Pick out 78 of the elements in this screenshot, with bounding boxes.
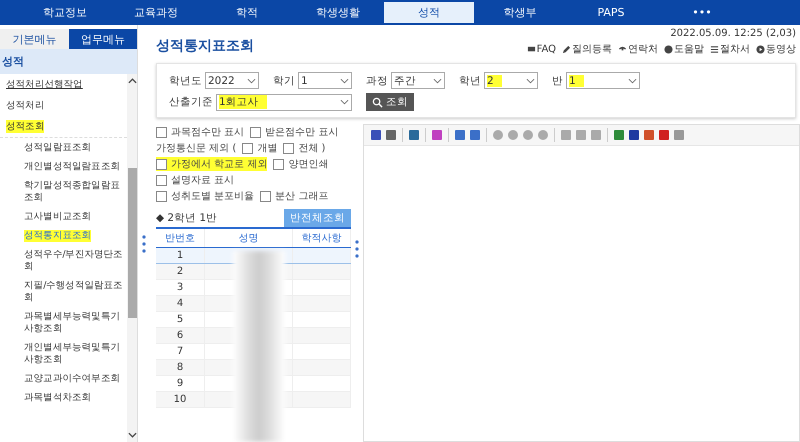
- search-icon: [372, 96, 383, 108]
- checkbox[interactable]: 설명자료 표시: [156, 173, 234, 187]
- dropdown[interactable]: 2022: [205, 72, 259, 89]
- header-link[interactable]: FAQ: [526, 42, 556, 56]
- caret-icon: [628, 78, 637, 84]
- nav-tab[interactable]: 학생생활: [293, 2, 383, 23]
- submenu-item[interactable]: 성적통지표조회: [24, 230, 92, 242]
- nav-tab[interactable]: •••: [657, 2, 747, 23]
- field-label: 학기: [273, 74, 295, 88]
- scroll-down-icon[interactable]: [128, 432, 136, 438]
- field-label: 과정: [366, 74, 388, 88]
- header-link[interactable]: 동영상: [756, 42, 796, 56]
- page-title: 성적통지표조회: [156, 37, 254, 55]
- table-cell[interactable]: 2: [156, 264, 204, 280]
- checkbox[interactable]: 성취도별 분포비율: [156, 189, 254, 203]
- scrollbar[interactable]: [127, 74, 137, 442]
- field-label: 산출기준: [169, 95, 213, 109]
- table-cell[interactable]: 4: [156, 296, 204, 312]
- search-button[interactable]: 조회: [366, 93, 414, 111]
- splitter-handle-icon[interactable]: [142, 234, 146, 254]
- checkbox[interactable]: 받은점수만 표시: [250, 125, 338, 139]
- nav-tab[interactable]: 학교정보: [20, 2, 110, 23]
- checkbox[interactable]: 과목점수만 표시: [156, 125, 244, 139]
- option-label: 가정통신문 제외 (: [156, 142, 236, 155]
- menu-section[interactable]: 성적: [0, 49, 137, 74]
- caret-icon: [340, 99, 349, 105]
- dropdown[interactable]: 1: [566, 72, 640, 89]
- menu-item[interactable]: 성적처리선행작업: [6, 78, 83, 91]
- table-cell[interactable]: 10: [156, 392, 204, 408]
- submenu-item[interactable]: 교양교과이수여부조회: [24, 373, 120, 385]
- header-link[interactable]: 도움말: [664, 42, 704, 56]
- dropdown[interactable]: 2: [484, 72, 538, 89]
- caret-icon: [433, 78, 442, 84]
- dropdown[interactable]: 1: [298, 72, 352, 89]
- checkbox[interactable]: 개별: [242, 141, 278, 155]
- class-label: ◆ 2학년 1반: [156, 211, 218, 226]
- checkbox[interactable]: 분산 그래프: [260, 189, 328, 203]
- nav-tab[interactable]: 학적: [202, 2, 292, 23]
- header-link[interactable]: 절차서: [710, 42, 750, 56]
- timestamp: 2022.05.09. 12:25 (2,03): [670, 28, 796, 39]
- field-label: 반: [552, 74, 563, 88]
- header-link[interactable]: 질의등록: [562, 42, 612, 56]
- submenu-item[interactable]: 개인별성적일람표조회: [24, 161, 120, 173]
- splitter-handle-icon[interactable]: [355, 239, 359, 259]
- scroll-up-icon[interactable]: [128, 78, 136, 84]
- menu-item[interactable]: 성적조회: [6, 120, 44, 133]
- submenu-item[interactable]: 성적일람표조회: [24, 142, 92, 154]
- checkbox[interactable]: 양면인쇄: [273, 157, 328, 171]
- list-icon: [710, 44, 719, 54]
- pencil-icon: [562, 44, 571, 54]
- menu-item[interactable]: 성적처리: [6, 99, 44, 112]
- sidebar-tab[interactable]: 기본메뉴: [0, 29, 68, 49]
- submenu-item[interactable]: 개인별세부능력및특기사항조회: [24, 342, 125, 366]
- header-link[interactable]: 연락처: [618, 42, 658, 56]
- nav-tab[interactable]: 학생부: [475, 2, 565, 23]
- dropdown[interactable]: 주간: [391, 72, 445, 89]
- caret-icon: [247, 78, 256, 84]
- submenu-item[interactable]: 학기말성적종합일람표조회: [24, 180, 125, 204]
- checkbox[interactable]: 가정에서 학교로 제외: [156, 157, 268, 171]
- caret-icon: [340, 78, 349, 84]
- sidebar-tab[interactable]: 업무메뉴: [68, 29, 137, 49]
- field-label: 학년도: [169, 74, 202, 88]
- submenu-item[interactable]: 지필/수행성적일람표조회: [24, 280, 125, 304]
- dropdown[interactable]: 1회고사: [216, 94, 352, 110]
- nav-tab[interactable]: 교육과정: [111, 2, 201, 23]
- nav-tab[interactable]: PAPS: [566, 2, 656, 23]
- caret-icon: [526, 78, 535, 84]
- table-cell[interactable]: 8: [156, 360, 204, 376]
- table-cell[interactable]: 6: [156, 328, 204, 344]
- field-label: 학년: [459, 74, 481, 88]
- nav-tab[interactable]: 성적: [384, 2, 474, 23]
- table-cell[interactable]: 1: [156, 248, 204, 264]
- submenu-item[interactable]: 과목별석차조회: [24, 392, 92, 404]
- submenu-item[interactable]: 성적우수/부진자명단조회: [24, 249, 125, 273]
- submenu-item[interactable]: 과목별세부능력및특기사항조회: [24, 311, 125, 335]
- checkbox[interactable]: 전체 ): [283, 141, 326, 155]
- play-icon: [756, 44, 765, 54]
- submenu-item[interactable]: 고사별비교조회: [24, 211, 92, 223]
